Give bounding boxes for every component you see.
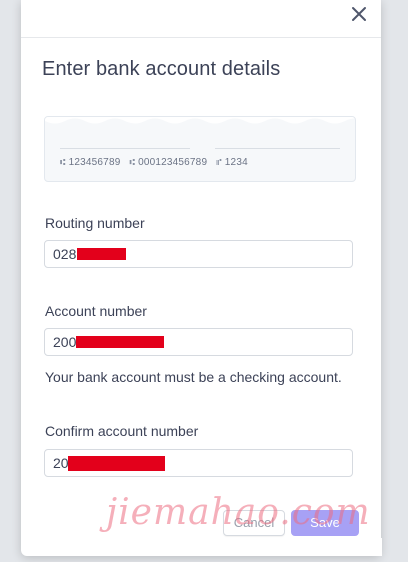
checking-account-hint: Your bank account must be a checking acc… xyxy=(45,369,342,385)
cancel-button[interactable]: Cancel xyxy=(223,510,285,536)
check-line xyxy=(215,148,340,149)
micr-line: ⑆ 123456789 ⑆ 000123456789 ⑈ 1234 xyxy=(60,157,254,168)
routing-symbol-icon: ⑆ xyxy=(60,157,66,167)
check-illustration: ⑆ 123456789 ⑆ 000123456789 ⑈ 1234 xyxy=(44,116,356,182)
confirm-account-number-label: Confirm account number xyxy=(45,423,199,439)
account-symbol-icon: ⑆ xyxy=(129,157,136,167)
close-button[interactable] xyxy=(347,2,371,26)
corner-patch xyxy=(360,538,382,556)
bank-account-modal: Enter bank account details ⑆ 123456789 ⑆ 0… xyxy=(21,0,381,556)
redaction-mark xyxy=(76,336,164,348)
routing-number-label: Routing number xyxy=(45,215,145,231)
routing-number-value: 028 xyxy=(53,246,77,262)
modal-title: Enter bank account details xyxy=(42,58,281,80)
redaction-mark xyxy=(77,248,126,260)
check-number-symbol-icon: ⑈ xyxy=(216,157,222,167)
save-button[interactable]: Save xyxy=(291,510,359,536)
check-torn-edge xyxy=(45,117,355,124)
confirm-account-number-value: 20 xyxy=(53,455,69,471)
check-number-example: 1234 xyxy=(224,157,248,168)
account-number-value: 200 xyxy=(53,334,77,350)
close-icon xyxy=(352,7,366,21)
check-line xyxy=(60,148,190,149)
header-divider xyxy=(21,37,381,38)
routing-example: 123456789 xyxy=(68,157,121,168)
redaction-mark xyxy=(68,456,165,471)
account-number-label: Account number xyxy=(45,303,147,319)
account-example: 000123456789 xyxy=(138,157,208,168)
